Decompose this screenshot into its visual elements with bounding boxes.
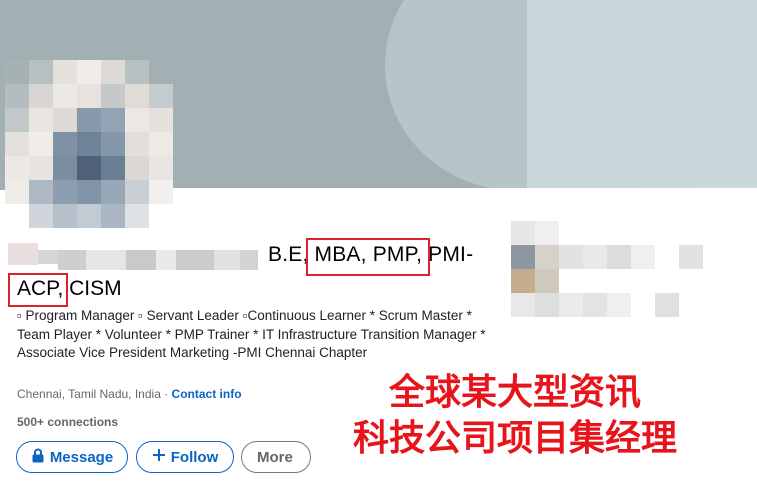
highlight-mba-pmp [306, 238, 430, 276]
overlay-line-1: 全球某大型资讯 [388, 372, 641, 413]
message-label: Message [49, 448, 114, 466]
contact-info-link[interactable]: Contact info [172, 387, 242, 401]
banner-right-panel [527, 0, 757, 190]
overlay-line-2: 科技公司项目集经理 [352, 418, 677, 459]
location-row: Chennai, Tamil Nadu, India · Contact inf… [17, 387, 242, 401]
message-button[interactable]: Message [16, 441, 128, 473]
avatar[interactable] [5, 40, 180, 245]
follow-label: Follow [170, 448, 219, 466]
plus-icon [152, 448, 166, 466]
lock-icon [31, 448, 45, 467]
follow-button[interactable]: Follow [136, 441, 234, 473]
annotation-overlay: 全球某大型资讯 科技公司项目集经理 [280, 370, 750, 462]
profile-headline: ▫ Program Manager ▫ Servant Leader ▫Cont… [17, 308, 486, 360]
location: Chennai, Tamil Nadu, India · [17, 387, 172, 401]
connections-count[interactable]: 500+ connections [17, 415, 118, 429]
highlight-acp [8, 273, 68, 307]
